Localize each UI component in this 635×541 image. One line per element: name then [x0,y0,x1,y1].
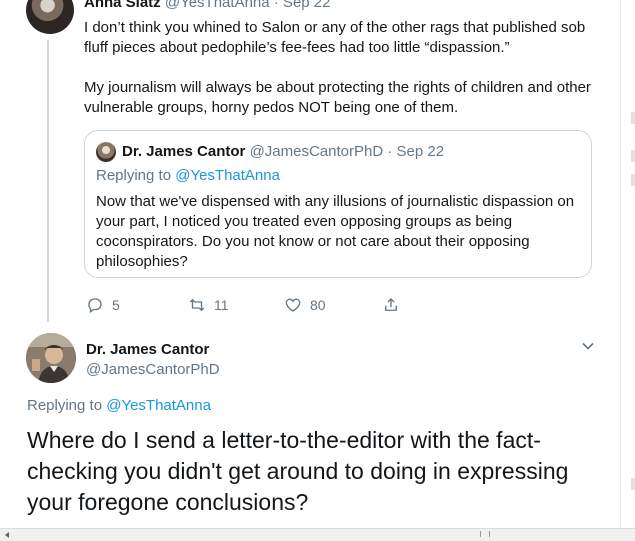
avatar-photo-icon [26,333,76,383]
like-button[interactable]: 80 [284,296,326,314]
author-handle[interactable]: @JamesCantorPhD [86,361,220,378]
chevron-down-icon[interactable] [581,339,595,353]
retweet-button[interactable]: 11 [188,296,229,314]
like-count: 80 [310,297,326,313]
scroll-marker [631,174,635,186]
thread-line [47,40,49,322]
scroll-marker [631,112,635,124]
quoted-author-handle: @JamesCantorPhD · Sep 22 [249,143,445,160]
horizontal-scrollbar[interactable] [0,528,635,541]
vertical-scrollbar[interactable] [620,0,635,528]
scroll-thumb-grip[interactable] [480,531,490,537]
tweet-text-paragraph-1: I don’t think you whined to Salon or any… [84,19,586,56]
author-handle[interactable]: @YesThatAnna · Sep 22 [165,0,331,11]
reply-count: 5 [112,297,120,313]
replying-handle-link[interactable]: @YesThatAnna [106,397,211,414]
share-icon [385,298,397,311]
scroll-marker [631,150,635,162]
tweet-text-paragraph-2: My journalism will always be about prote… [84,79,591,116]
quoted-avatar [96,142,116,162]
quoted-replying-to: Replying to @YesThatAnna [96,167,280,184]
tweet-header: Anna Slatz @YesThatAnna · Sep 22 [84,0,330,11]
quoted-text: Now that we've dispensed with any illusi… [96,193,575,270]
quoted-header: Dr. James Cantor @JamesCantorPhD · Sep 2… [122,143,444,160]
replying-prefix: Replying to [96,167,176,184]
retweet-icon [189,298,205,312]
scroll-marker [631,478,635,490]
reply-button[interactable]: 5 [86,296,120,314]
replying-handle-link[interactable]: @YesThatAnna [175,167,280,184]
replying-to: Replying to @YesThatAnna [27,397,211,414]
avatar[interactable] [26,0,74,34]
author-name[interactable]: Dr. James Cantor [86,341,209,358]
retweet-count: 11 [214,297,229,313]
heart-icon [285,298,301,312]
quoted-author-name: Dr. James Cantor [122,143,246,160]
avatar[interactable] [26,333,76,383]
tweet-text: Where do I send a letter-to-the-editor w… [27,427,569,515]
replying-prefix: Replying to [27,397,107,414]
share-button[interactable] [382,296,400,314]
reply-icon [88,298,102,314]
author-name[interactable]: Anna Slatz [84,0,161,11]
scroll-left-arrow-icon[interactable] [2,530,12,540]
